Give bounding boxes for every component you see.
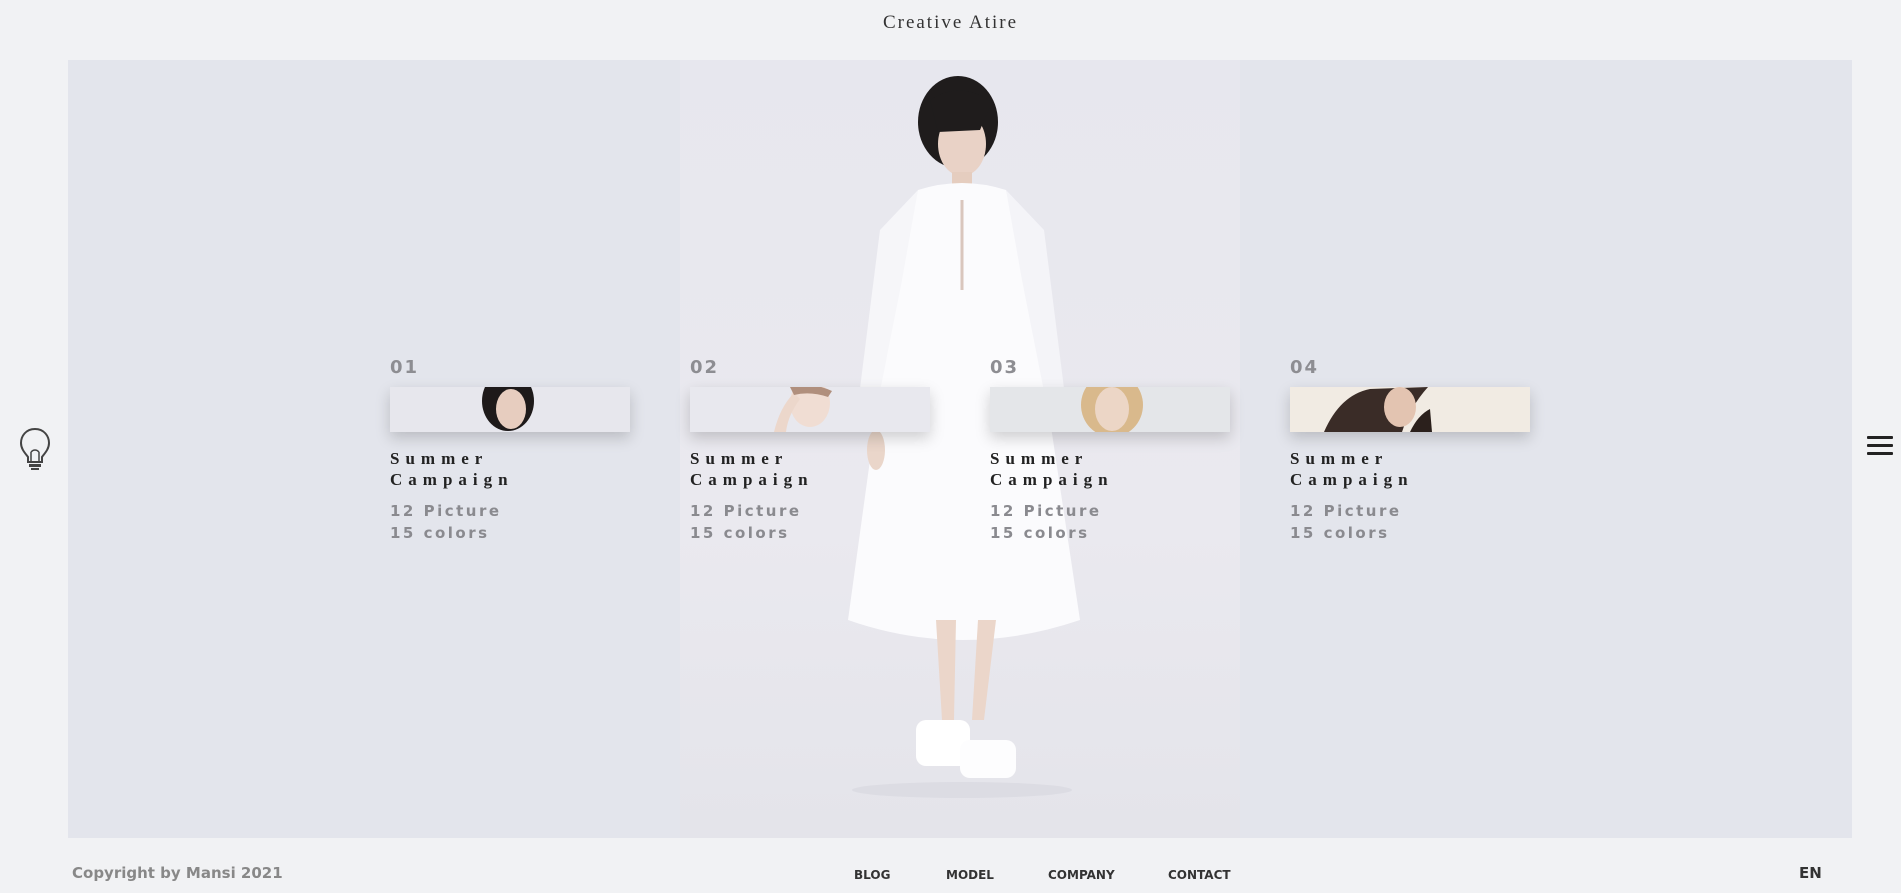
card-title: Summer Campaign bbox=[1290, 449, 1414, 489]
card-thumbnail[interactable] bbox=[390, 387, 630, 432]
card-title: Summer Campaign bbox=[390, 449, 514, 489]
lightbulb-icon[interactable] bbox=[18, 426, 52, 472]
footer-nav-model[interactable]: MODEL bbox=[946, 868, 1048, 882]
card-number: 02 bbox=[690, 357, 720, 378]
campaign-card[interactable]: 03 Summer Campaign 12 Picture 15 colors bbox=[990, 357, 1230, 544]
card-thumbnail[interactable] bbox=[990, 387, 1230, 432]
card-number: 01 bbox=[390, 357, 420, 378]
card-title: Summer Campaign bbox=[690, 449, 814, 489]
copyright-text: Copyright by Mansi 2021 bbox=[72, 864, 283, 882]
site-logo[interactable]: Creative Atire bbox=[0, 12, 1901, 34]
card-meta: 12 Picture 15 colors bbox=[690, 502, 802, 542]
campaign-card[interactable]: 02 Summer Campaign 12 Picture 15 colors bbox=[690, 357, 930, 544]
footer-nav-company[interactable]: COMPANY bbox=[1048, 868, 1168, 882]
card-number: 03 bbox=[990, 357, 1020, 378]
card-title: Summer Campaign bbox=[990, 449, 1114, 489]
footer-nav: BLOG MODEL COMPANY CONTACT bbox=[854, 868, 1238, 882]
card-thumbnail[interactable] bbox=[690, 387, 930, 432]
card-thumbnail[interactable] bbox=[1290, 387, 1530, 432]
hero-banner bbox=[68, 60, 1852, 838]
card-meta: 12 Picture 15 colors bbox=[390, 502, 502, 542]
campaign-card[interactable]: 04 Summer Campaign 12 Picture 15 colors bbox=[1290, 357, 1530, 544]
card-meta: 12 Picture 15 colors bbox=[990, 502, 1102, 542]
campaign-card[interactable]: 01 Summer Campaign 12 Picture 15 colors bbox=[390, 357, 630, 544]
hamburger-menu-icon[interactable] bbox=[1867, 436, 1893, 462]
footer-nav-contact[interactable]: CONTACT bbox=[1168, 868, 1238, 882]
language-switcher[interactable]: EN bbox=[1799, 864, 1822, 882]
card-number: 04 bbox=[1290, 357, 1320, 378]
card-meta: 12 Picture 15 colors bbox=[1290, 502, 1402, 542]
footer-nav-blog[interactable]: BLOG bbox=[854, 868, 946, 882]
